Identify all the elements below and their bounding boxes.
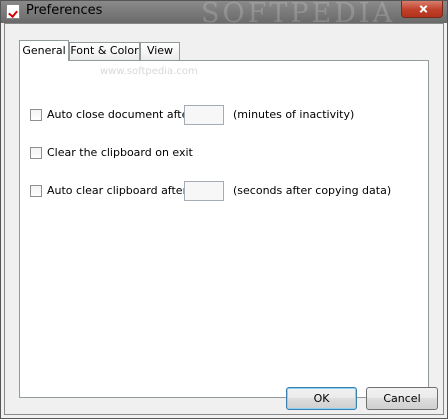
preferences-window: Preferences SOFTPEDIA General Font & Col…: [0, 0, 448, 419]
ok-button[interactable]: OK: [286, 387, 357, 410]
tab-view[interactable]: View: [140, 42, 180, 60]
auto-clear-checkbox[interactable]: [30, 185, 42, 197]
dialog-body: General Font & Color View www.softpedia.…: [4, 23, 444, 415]
auto-close-unit: (minutes of inactivity): [233, 108, 355, 121]
auto-clear-label: Auto clear clipboard after:: [47, 184, 191, 197]
app-icon: [6, 4, 20, 19]
window-title: Preferences: [26, 3, 103, 18]
auto-clear-seconds-input[interactable]: [184, 181, 224, 201]
tab-font-color[interactable]: Font & Color: [69, 42, 140, 60]
clear-on-exit-label: Clear the clipboard on exit: [47, 146, 193, 159]
auto-close-label: Auto close document after:: [47, 108, 197, 121]
clear-on-exit-checkbox[interactable]: [30, 147, 42, 159]
auto-close-minutes-input[interactable]: [184, 105, 224, 125]
panel-watermark: www.softpedia.com: [100, 66, 198, 77]
tab-general[interactable]: General: [19, 40, 69, 61]
title-bar[interactable]: Preferences SOFTPEDIA: [1, 0, 447, 29]
cancel-button[interactable]: Cancel: [366, 387, 438, 410]
auto-close-checkbox[interactable]: [30, 109, 42, 121]
auto-clear-unit: (seconds after copying data): [233, 184, 392, 197]
general-panel: www.softpedia.com Auto close document af…: [19, 60, 429, 398]
close-button[interactable]: [401, 1, 443, 18]
